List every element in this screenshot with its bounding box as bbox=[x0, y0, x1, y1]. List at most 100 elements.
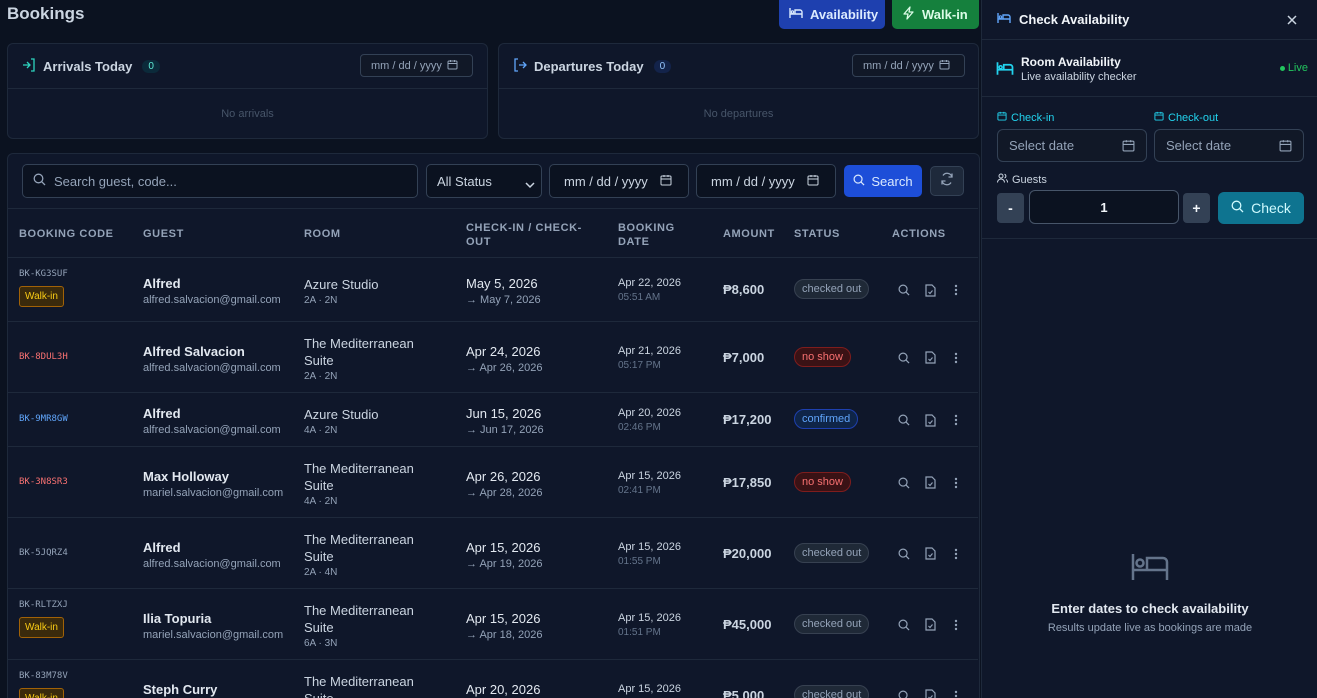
availability-button[interactable]: Availability bbox=[779, 0, 885, 29]
invoice-icon[interactable] bbox=[923, 283, 937, 297]
search-button[interactable]: Search bbox=[844, 165, 922, 197]
more-options-icon[interactable] bbox=[949, 283, 963, 297]
live-label: Live bbox=[1287, 62, 1308, 74]
column-header-booking-date: BOOKING DATE bbox=[618, 222, 675, 248]
status-cell: checked out bbox=[794, 613, 870, 634]
amount: ₱17,200 bbox=[723, 412, 772, 427]
status-badge: no show bbox=[794, 346, 851, 367]
search-icon bbox=[1231, 200, 1244, 216]
departures-count-badge: 0 bbox=[653, 60, 672, 73]
departures-empty-text: No departures bbox=[703, 108, 774, 120]
search-icon bbox=[853, 174, 865, 189]
room-name: The Mediterranean Suite bbox=[304, 532, 414, 564]
calendar-icon bbox=[1279, 139, 1292, 155]
search-input[interactable]: Search guest, code... bbox=[22, 164, 418, 198]
view-icon[interactable] bbox=[897, 618, 911, 632]
invoice-icon[interactable] bbox=[923, 547, 937, 561]
room-availability-description: Live availability checker bbox=[1021, 71, 1137, 83]
guest-email: mariel.salvacion@gmail.com bbox=[143, 486, 284, 499]
more-options-icon[interactable] bbox=[949, 476, 963, 490]
column-header-guest: GUEST bbox=[143, 228, 184, 240]
view-icon[interactable] bbox=[897, 351, 911, 365]
more-options-icon[interactable] bbox=[949, 547, 963, 561]
departures-title-text: Departures Today bbox=[534, 59, 644, 74]
stay-dates-cell: Apr 24, 2026 → Apr 26, 2026 bbox=[466, 344, 542, 374]
departures-date-input[interactable]: mm / dd / yyyy bbox=[852, 54, 965, 77]
live-indicator: Live bbox=[1279, 62, 1308, 74]
status-badge: checked out bbox=[794, 279, 870, 299]
close-icon[interactable] bbox=[1286, 13, 1300, 27]
booking-date-cell: Apr 15, 2026 02:41 PM bbox=[618, 470, 681, 496]
row-actions bbox=[897, 618, 963, 632]
booking-date-cell: Apr 15, 2026 01:55 PM bbox=[618, 541, 681, 567]
view-icon[interactable] bbox=[897, 413, 911, 427]
date-to-input[interactable]: mm / dd / yyyy bbox=[696, 164, 836, 198]
status-select-value: All Status bbox=[437, 173, 492, 189]
walk-in-button[interactable]: Walk-in bbox=[892, 0, 979, 29]
view-icon[interactable] bbox=[897, 547, 911, 561]
guests-input[interactable] bbox=[1029, 190, 1179, 224]
room-cell: The Mediterranean Suite 6A · 3N bbox=[304, 602, 434, 649]
departure-icon bbox=[513, 58, 527, 75]
booking-date: Apr 15, 2026 bbox=[618, 469, 681, 482]
app-root: Bookings Availability Walk-in Arrivals T… bbox=[0, 0, 1317, 698]
table-row[interactable]: BK-5JQRZ4 Alfred alfred.salvacion@gmail.co… bbox=[8, 518, 978, 589]
row-actions bbox=[897, 283, 963, 297]
booking-code[interactable]: BK-3N8SR3 bbox=[19, 477, 68, 487]
table-row[interactable]: BK-9MR8GW Alfred alfred.salvacion@gmail.co… bbox=[8, 393, 978, 447]
room-occupancy: 4A · 2N bbox=[304, 496, 338, 507]
booking-code[interactable]: BK-KG3SUF bbox=[19, 269, 68, 279]
booking-code[interactable]: BK-9MR8GW bbox=[19, 414, 68, 424]
booking-time: 02:41 PM bbox=[618, 484, 661, 496]
amount: ₱7,000 bbox=[723, 349, 765, 365]
more-options-icon[interactable] bbox=[949, 413, 963, 427]
panel-title: Check Availability bbox=[997, 12, 1129, 27]
date-from-input[interactable]: mm / dd / yyyy bbox=[549, 164, 689, 198]
more-options-icon[interactable] bbox=[949, 351, 963, 365]
table-row[interactable]: BK-83M78V Walk-in Steph Curry The Mediterra… bbox=[8, 660, 978, 698]
refresh-button[interactable] bbox=[930, 166, 964, 196]
invoice-icon[interactable] bbox=[923, 413, 937, 427]
invoice-icon[interactable] bbox=[923, 689, 937, 698]
guest-email: alfred.salvacion@gmail.com bbox=[143, 424, 281, 436]
booking-code[interactable]: BK-8DUL3H bbox=[19, 352, 68, 362]
booking-code[interactable]: BK-83M78V bbox=[19, 671, 68, 681]
invoice-icon[interactable] bbox=[923, 476, 937, 490]
stay-dates-cell: Jun 15, 2026 → Jun 17, 2026 bbox=[466, 406, 544, 436]
calendar-icon bbox=[1122, 139, 1135, 155]
table-row[interactable]: BK-8DUL3H Alfred Salvacion alfred.salvacio… bbox=[8, 322, 978, 393]
more-options-icon[interactable] bbox=[949, 689, 963, 698]
more-options-icon[interactable] bbox=[949, 618, 963, 632]
view-icon[interactable] bbox=[897, 283, 911, 297]
row-actions bbox=[897, 476, 963, 490]
table-row[interactable]: BK-KG3SUF Walk-in Alfred alfred.salvacion@g… bbox=[8, 258, 978, 322]
table-row[interactable]: BK-RLTZXJ Walk-in Ilia Topuria mariel.salva… bbox=[8, 589, 978, 660]
invoice-icon[interactable] bbox=[923, 351, 937, 365]
empty-state-title: Enter dates to check availability bbox=[1051, 601, 1249, 616]
status-select[interactable]: All Status bbox=[426, 164, 542, 198]
guests-decrement-button[interactable]: - bbox=[997, 193, 1024, 223]
guest-email: alfred.salvacion@gmail.com bbox=[143, 361, 281, 374]
status-cell: checked out bbox=[794, 279, 870, 299]
view-icon[interactable] bbox=[897, 476, 911, 490]
arrivals-date-input[interactable]: mm / dd / yyyy bbox=[360, 54, 473, 77]
status-cell: no show bbox=[794, 346, 851, 367]
guests-increment-button[interactable]: + bbox=[1183, 193, 1210, 223]
bed-icon bbox=[789, 7, 803, 22]
room-name: Azure Studio bbox=[304, 277, 379, 292]
room-cell: The Mediterranean Suite 4A · 2N bbox=[304, 460, 434, 507]
page-title: Bookings bbox=[7, 4, 85, 23]
invoice-icon[interactable] bbox=[923, 618, 937, 632]
view-icon[interactable] bbox=[897, 689, 911, 698]
booking-code[interactable]: BK-RLTZXJ bbox=[19, 600, 68, 610]
booking-code[interactable]: BK-5JQRZ4 bbox=[19, 548, 68, 558]
check-in-label-text: Check-in bbox=[1011, 111, 1055, 124]
check-in-date-field[interactable]: Select date bbox=[997, 129, 1147, 162]
table-row[interactable]: BK-3N8SR3 Max Holloway mariel.salvacion@gm… bbox=[8, 447, 978, 518]
room-cell: The Mediterranean Suite 2A · 2N bbox=[304, 335, 434, 382]
check-out-date: → Apr 28, 2026 bbox=[466, 486, 543, 499]
booking-date-cell: Apr 20, 2026 02:46 PM bbox=[618, 407, 681, 433]
check-button[interactable]: Check bbox=[1218, 192, 1304, 224]
stay-dates-cell: Apr 26, 2026 → Apr 28, 2026 bbox=[466, 469, 542, 499]
check-out-date-field[interactable]: Select date bbox=[1154, 129, 1304, 162]
